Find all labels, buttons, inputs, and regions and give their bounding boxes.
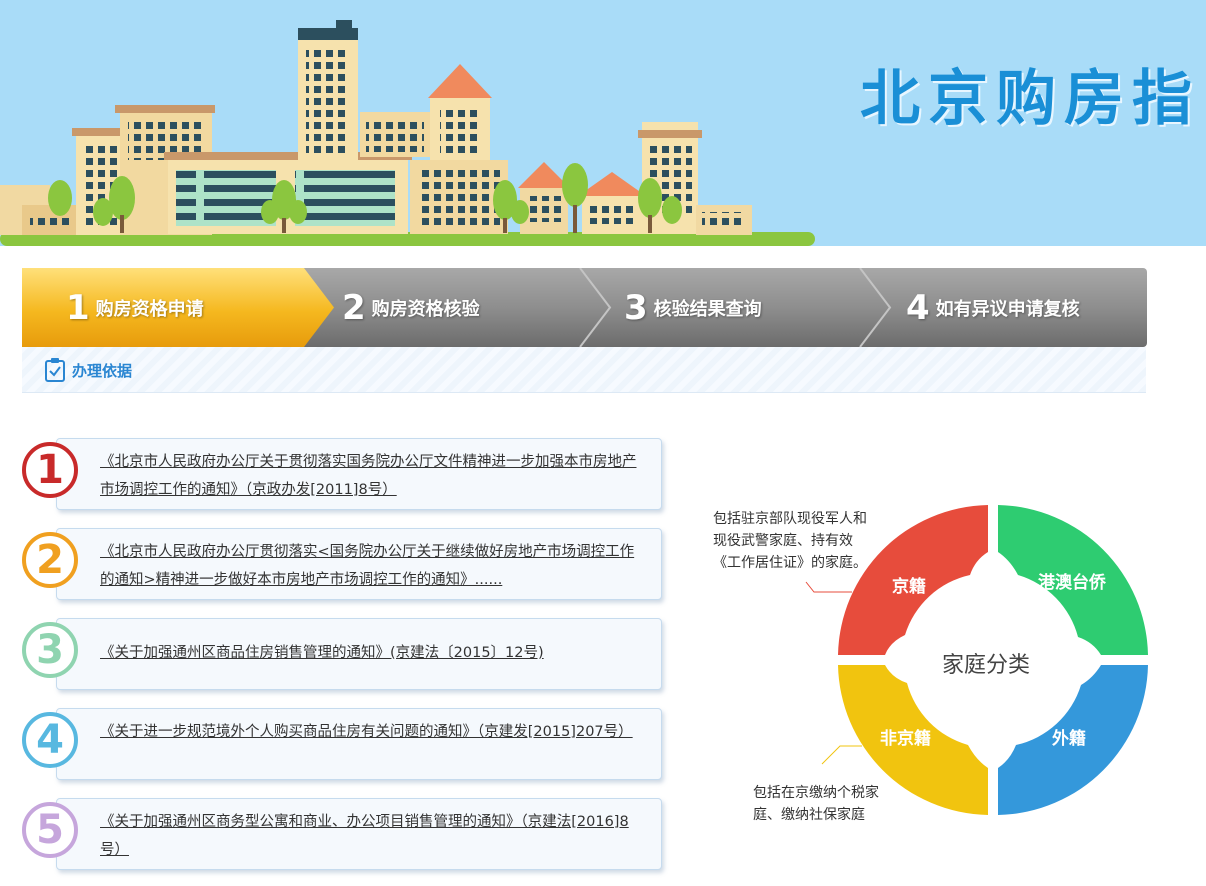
clipboard-check-icon xyxy=(45,358,65,382)
notice-link[interactable]: 《关于进一步规范境外个人购买商品住房有关问题的通知》（京建发[2015]207号… xyxy=(100,718,648,746)
notice-item: 3 《关于加强通州区商品住房销售管理的通知》(京建法〔2015〕12号) xyxy=(22,618,662,693)
step-3-result-query[interactable]: 3 核验结果查询 xyxy=(624,268,762,347)
step-label: 购房资格核验 xyxy=(371,298,480,320)
notice-link[interactable]: 《关于加强通州区商务型公寓和商业、办公项目销售管理的通知》（京建法[2016]8… xyxy=(100,808,648,864)
step-navigation: 1 购房资格申请 2 购房资格核验 3 核验结果查询 4 如有异议申请复核 xyxy=(22,268,1147,347)
step-number: 4 xyxy=(906,287,930,328)
diagram-center-label: 家庭分类 xyxy=(942,653,1031,678)
step-4-review-appeal[interactable]: 4 如有异议申请复核 xyxy=(906,268,1080,347)
step-label: 购房资格申请 xyxy=(95,298,204,320)
step-number: 1 xyxy=(66,287,90,328)
segment-label-non-beijing: 非京籍 xyxy=(880,729,931,749)
banner: 北京购房指 xyxy=(0,0,1206,246)
banner-title: 北京购房指 xyxy=(860,64,1200,134)
step-number: 3 xyxy=(624,287,648,328)
notice-item: 5 《关于加强通州区商务型公寓和商业、办公项目销售管理的通知》（京建法[2016… xyxy=(22,798,662,873)
step-2-verify[interactable]: 2 购房资格核验 xyxy=(342,268,480,347)
notice-number-badge: 4 xyxy=(22,712,78,768)
segment-label-beijing: 京籍 xyxy=(892,577,926,597)
step-number: 2 xyxy=(342,287,366,328)
basis-section-header: 办理依据 xyxy=(22,347,1146,393)
notice-number-badge: 5 xyxy=(22,802,78,858)
step-label: 如有异议申请复核 xyxy=(935,298,1080,320)
notice-link[interactable]: 《北京市人民政府办公厅关于贯彻落实国务院办公厅文件精神进一步加强本市房地产市场调… xyxy=(100,448,648,504)
step-1-apply[interactable]: 1 购房资格申请 xyxy=(66,268,204,347)
notice-number-badge: 2 xyxy=(22,532,78,588)
segment-label-foreign: 外籍 xyxy=(1052,729,1086,749)
notice-number-badge: 1 xyxy=(22,442,78,498)
notice-item: 1 《北京市人民政府办公厅关于贯彻落实国务院办公厅文件精神进一步加强本市房地产市… xyxy=(22,438,662,513)
segment-label-hk-macau-taiwan: 港澳台侨 xyxy=(1038,573,1106,593)
notice-link[interactable]: 《关于加强通州区商品住房销售管理的通知》(京建法〔2015〕12号) xyxy=(100,639,648,667)
notice-number-badge: 3 xyxy=(22,622,78,678)
step-label: 核验结果查询 xyxy=(653,298,762,320)
basis-label: 办理依据 xyxy=(72,362,133,380)
notice-item: 2 《北京市人民政府办公厅贯彻落实<国务院办公厅关于继续做好房地产市场调控工作的… xyxy=(22,528,662,603)
family-classification-diagram: 京籍 港澳台侨 外籍 非京籍 家庭分类 xyxy=(830,500,1155,820)
notice-link[interactable]: 《北京市人民政府办公厅贯彻落实<国务院办公厅关于继续做好房地产市场调控工作的通知… xyxy=(100,538,648,594)
notice-item: 4 《关于进一步规范境外个人购买商品住房有关问题的通知》（京建发[2015]20… xyxy=(22,708,662,783)
